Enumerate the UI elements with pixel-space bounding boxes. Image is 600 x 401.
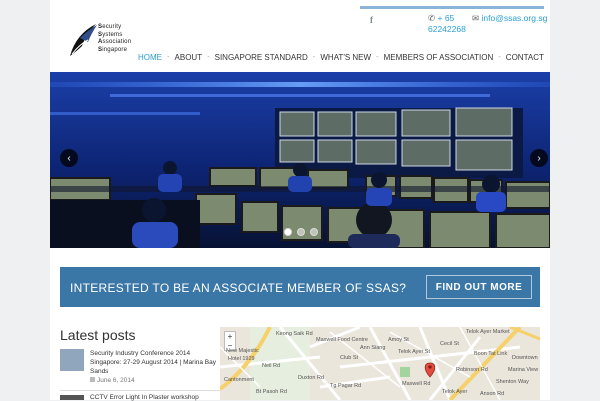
phone-line-1: + 65 [437,13,455,23]
location-map[interactable]: + − Telok Ayer Market Maxwell Food Centr… [220,327,540,400]
slider-pagination [284,228,318,236]
email-link[interactable]: ✉ info@ssas.org.sg [472,13,547,24]
map-label: Robinson Rd [456,367,488,373]
post-date-text: June 6, 2014 [97,377,135,384]
slider-dot[interactable] [297,228,305,236]
facebook-icon[interactable]: f [370,15,373,25]
page: f ✆ + 65 62242268 ✉ info@ssas.org.sg Sec… [50,0,550,401]
phone-icon: ✆ [428,13,436,23]
slider-next-button[interactable]: › [530,149,548,167]
logo-line: Association [98,39,132,45]
nav-separator: - [207,53,210,61]
post-thumbnail[interactable] [60,395,84,400]
nav-item-singapore-standard[interactable]: SINGAPORE STANDARD [215,53,308,62]
envelope-icon: ✉ [472,13,480,23]
nav-separator: - [167,53,170,61]
hero-slider[interactable]: ‹ › [50,72,550,248]
map-label: Telok Ayer Market [466,329,510,335]
logo-mark [70,24,97,56]
phone-number[interactable]: ✆ + 65 62242268 [428,13,468,35]
slider-dot[interactable] [284,228,292,236]
banner-text: INTERESTED TO BE AN ASSOCIATE MEMBER OF … [70,281,407,295]
map-label: Telok Ayer [442,389,468,395]
nav-separator: - [376,53,379,61]
map-label: Ann Siang [360,345,386,351]
map-label: Anson Rd [480,391,505,397]
map-label: Hotel 1929 [228,356,255,362]
nav-separator: - [498,53,501,61]
post-thumbnail[interactable] [60,349,84,371]
map-label: Boon Tat Link [474,351,508,357]
map-label: Telok Ayer St [398,349,430,355]
map-label: Marina View [508,367,539,373]
logo-text: Security Systems Association Singapore [98,24,131,54]
map-label: Duxton Rd [298,375,324,381]
map-label: Downtown [512,355,538,361]
map-label: Shenton Way [496,379,529,385]
nav-item-about[interactable]: ABOUT [175,53,203,62]
calendar-icon [90,377,95,382]
map-label: Maxwell Rd [402,381,431,387]
nav-item-whats-new[interactable]: WHAT'S NEW [320,53,371,62]
map-label: Amoy St [388,337,409,343]
nav-item-members[interactable]: MEMBERS OF ASSOCIATION [384,53,494,62]
post-title[interactable]: Security Industry Conference 2014 Singap… [90,349,222,376]
chevron-right-icon: › [537,152,541,164]
nav-separator: - [312,53,316,61]
map-label: Bt Pasoh Rd [256,389,287,395]
main-nav: HOME - ABOUT - SINGAPORE STANDARD - WHAT… [138,50,544,64]
email-address: info@ssas.org.sg [481,13,548,23]
map-label: Maxwell Food Centre [316,337,368,343]
logo-line: Singapore [98,46,128,53]
post-item[interactable]: Security Industry Conference 2014 Singap… [60,346,220,391]
find-out-more-button[interactable]: FIND OUT MORE [426,275,532,299]
nav-item-contact[interactable]: CONTACT [506,53,544,62]
phone-line-2: 62242268 [428,24,466,34]
chevron-left-icon: ‹ [67,152,71,164]
contact-bar: f ✆ + 65 62242268 ✉ info@ssas.org.sg [360,6,547,41]
map-label: Tg Pagar Rd [330,383,362,389]
map-label: New Majestic [226,348,259,354]
map-label: Cecil St [440,341,459,347]
map-label: Neil Rd [262,363,281,369]
control-room-image [50,72,550,248]
map-label: Club St [340,355,359,361]
slider-prev-button[interactable]: ‹ [60,149,78,167]
membership-banner: INTERESTED TO BE AN ASSOCIATE MEMBER OF … [60,267,540,307]
map-label: Keong Saik Rd [276,331,313,337]
latest-posts-heading: Latest posts [60,327,136,343]
zoom-in-button[interactable]: + [225,332,235,341]
post-date: June 6, 2014 [90,377,135,384]
map-label: Cantonment [224,377,254,383]
logo-line: Security [98,24,122,30]
nav-item-home[interactable]: HOME [138,53,162,62]
slider-dot[interactable] [310,228,318,236]
logo-line: Systems [98,31,123,38]
